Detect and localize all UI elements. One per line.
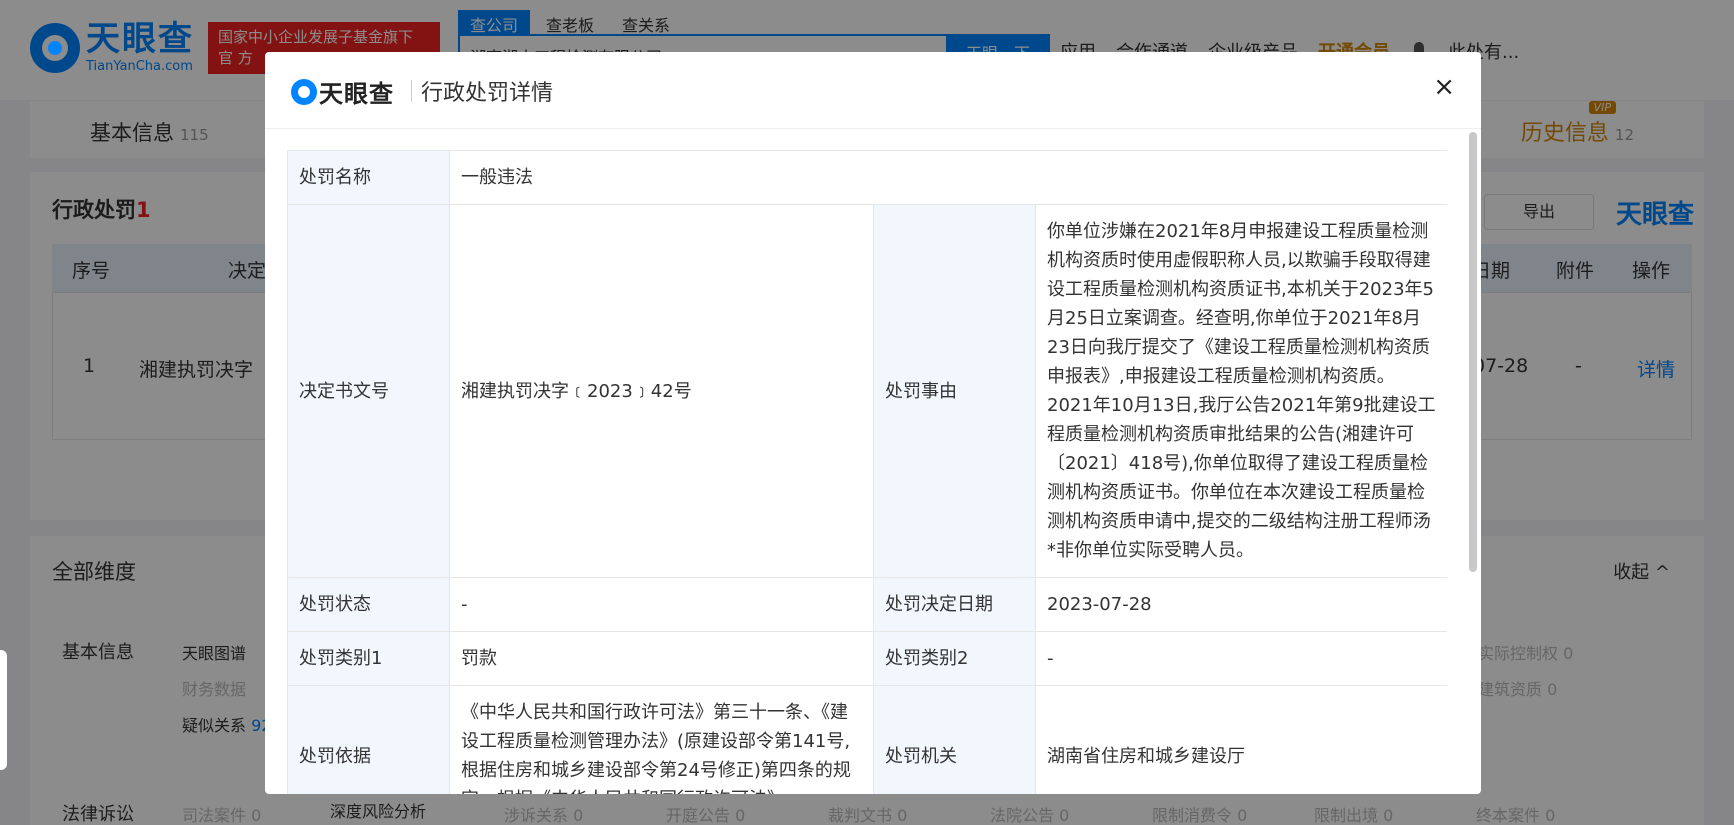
modal-title: 行政处罚详情 [421, 81, 554, 106]
doc-number-value: 湘建执罚决字﹝2023﹞42号 [449, 204, 874, 578]
basis-label: 处罚依据 [287, 685, 450, 794]
table-row: 处罚名称 一般违法 [287, 150, 1447, 205]
reason-value: 你单位涉嫌在2021年8月申报建设工程质量检测机构资质时使用虚假职称人员,以欺骗… [1034, 204, 1447, 578]
table-row: 处罚依据 《中华人民共和国行政许可法》第三十一条、《建设工程质量检测管理办法》(… [287, 685, 1447, 794]
penalty-name-label: 处罚名称 [287, 150, 450, 205]
type1-label: 处罚类别1 [287, 631, 450, 686]
close-icon[interactable]: × [1433, 74, 1455, 100]
authority-value: 湖南省住房和城乡建设厅 [1034, 685, 1447, 794]
penalty-name-value: 一般违法 [448, 150, 1447, 205]
title-divider [411, 80, 412, 102]
logo-eye-icon [291, 78, 317, 105]
basis-value: 《中华人民共和国行政许可法》第三十一条、《建设工程质量检测管理办法》(原建设部令… [449, 685, 874, 794]
decision-date-label: 处罚决定日期 [873, 577, 1036, 632]
status-label: 处罚状态 [287, 577, 450, 632]
modal-scrollbar[interactable] [1469, 132, 1477, 572]
side-drawer-handle[interactable] [0, 650, 7, 770]
type2-value: - [1034, 631, 1447, 686]
status-value: - [449, 577, 874, 632]
modal-body: 处罚名称 一般违法 决定书文号 湘建执罚决字﹝2023﹞42号 处罚事由 你单位… [287, 150, 1447, 794]
doc-number-label: 决定书文号 [287, 204, 450, 578]
detail-table: 处罚名称 一般违法 决定书文号 湘建执罚决字﹝2023﹞42号 处罚事由 你单位… [287, 150, 1447, 794]
type2-label: 处罚类别2 [873, 631, 1036, 686]
table-row: 处罚类别1 罚款 处罚类别2 - [287, 631, 1447, 686]
type1-value: 罚款 [449, 631, 874, 686]
reason-label: 处罚事由 [873, 204, 1036, 578]
modal-logo-text: 天眼查 [319, 80, 394, 108]
modal-logo: 天眼查 [291, 74, 394, 109]
authority-label: 处罚机关 [873, 685, 1036, 794]
penalty-detail-modal: 天眼查 行政处罚详情 × 处罚名称 一般违法 决定书文号 湘建执罚决字﹝2023… [265, 52, 1481, 794]
modal-header: 天眼查 行政处罚详情 × [265, 52, 1481, 129]
decision-date-value: 2023-07-28 [1034, 577, 1447, 632]
table-row: 处罚状态 - 处罚决定日期 2023-07-28 [287, 577, 1447, 632]
table-row: 决定书文号 湘建执罚决字﹝2023﹞42号 处罚事由 你单位涉嫌在2021年8月… [287, 204, 1447, 578]
